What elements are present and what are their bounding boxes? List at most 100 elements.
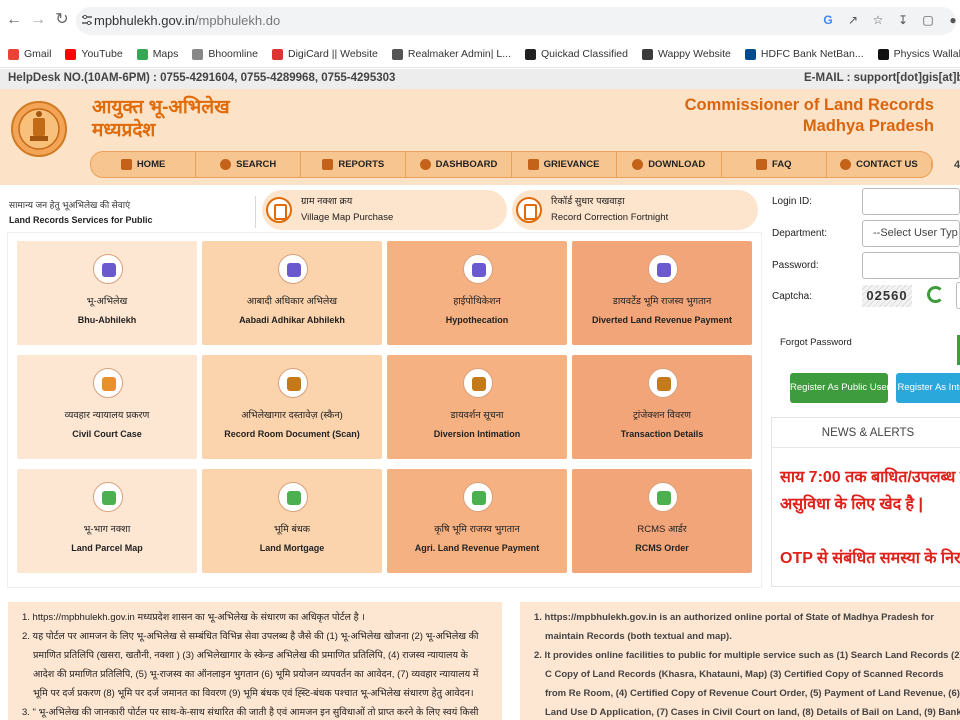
report-icon [322, 159, 334, 170]
service-tile-icon [278, 254, 308, 284]
service-tile[interactable]: हाईपोथिकेशन Hypothecation [387, 241, 567, 345]
bookmark-item[interactable]: Quickad Classified [525, 48, 628, 60]
info-paragraph: 1. https://mpbhulekh.gov.in मध्यप्रदेश श… [22, 612, 365, 623]
main-menu: HOME SEARCH REPORTS DASHBOARD GRIEVANCE DOWNL… [90, 151, 933, 178]
department-select[interactable]: --Select User Typ [862, 220, 960, 247]
bookmark-favicon-icon [877, 48, 889, 60]
bookmark-favicon-icon [136, 48, 148, 60]
bookmark-item[interactable]: Gmail [8, 48, 51, 60]
service-tile-title-english: Land Mortgage [259, 543, 325, 553]
service-tile-icon [463, 254, 493, 284]
bookmark-label: Quickad Classified [541, 48, 628, 60]
service-tile[interactable]: डायवर्टेड भूमि राजस्व भुगतान Diverted Lan… [572, 241, 752, 345]
site-header: आयुक्त भू-अभिलेख मध्यप्रदेश Commissioner… [0, 89, 960, 185]
service-tile-icon [648, 254, 678, 284]
service-tile[interactable]: आबादी अधिकार अभिलेख Aabadi Adhikar Abhile… [202, 241, 382, 345]
contact-icon [840, 159, 852, 170]
menu-item-search[interactable]: SEARCH [196, 152, 302, 177]
site-info-icon[interactable] [81, 14, 93, 26]
bookmark-favicon-icon [192, 48, 204, 60]
service-tile[interactable]: RCMS आर्डर RCMS Order [572, 469, 752, 573]
google-lens-icon[interactable]: G [821, 13, 835, 27]
mp-emblem-icon [11, 101, 67, 157]
url-text[interactable]: mpbhulekh.gov.in/mpbhulekh.do [94, 13, 280, 28]
tab-search-icon[interactable]: ▢ [921, 13, 935, 27]
info-paragraph: 3. " भू-अभिलेख की जानकारी पोर्टल पर साथ-… [22, 707, 479, 718]
bookmark-item[interactable]: HDFC Bank NetBan... [744, 48, 864, 60]
captcha-input[interactable] [956, 282, 960, 309]
refresh-icon [220, 159, 232, 170]
service-tiles-grid: भू-अभिलेख Bhu-Abhilekh आबादी अधिकार अभिलेख… [7, 232, 762, 588]
service-tile[interactable]: ट्रांजेक्शन विवरण Transaction Details [572, 355, 752, 459]
service-tile[interactable]: भू-अभिलेख Bhu-Abhilekh [17, 241, 197, 345]
reload-icon[interactable]: ↻ [50, 8, 74, 32]
service-tile-title-hindi: भू-अभिलेख [86, 296, 128, 307]
bookmark-item[interactable]: Physics Wallah CA... [877, 48, 960, 60]
service-tile[interactable]: भू-भाग नक्शा Land Parcel Map [17, 469, 197, 573]
password-input[interactable] [862, 252, 960, 279]
service-tile-title-hindi: अभिलेखागार दस्तावेज़ (स्कैन) [241, 410, 343, 421]
bookmark-item[interactable]: DigiCard || Website [272, 48, 378, 60]
register-inter-button[interactable]: Register As Inte [896, 373, 960, 403]
header-title-english: Commissioner of Land Records Madhya Prad… [684, 96, 934, 135]
forward-icon[interactable]: → [26, 8, 50, 32]
login-id-label: Login ID: [772, 196, 813, 207]
header-cut-text: 4 [954, 159, 960, 171]
bookmark-item[interactable]: Bhoomline [192, 48, 258, 60]
bookmark-label: Maps [152, 48, 179, 60]
service-tile-title-hindi: ट्रांजेक्शन विवरण [633, 410, 691, 421]
forgot-password-link[interactable]: Forgot Password [780, 337, 852, 348]
header-title-hindi: आयुक्त भू-अभिलेख मध्यप्रदेश [92, 97, 230, 141]
service-tile-title-english: Diversion Intimation [433, 429, 521, 439]
service-tile-title-english: Transaction Details [620, 429, 704, 439]
info-paragraph: 1. https://mpbhulekh.gov.in is an author… [534, 612, 934, 642]
news-heading: NEWS & ALERTS [772, 418, 960, 448]
support-email: E-MAIL : support[dot]gis[at]begi[d [804, 72, 960, 84]
download-icon[interactable]: ↧ [896, 13, 910, 27]
services-divider [255, 196, 256, 228]
bookmark-item[interactable]: Wappy Website [641, 48, 731, 60]
bookmark-favicon-icon [744, 48, 756, 60]
service-tile[interactable]: अभिलेखागार दस्तावेज़ (स्कैन) Record Room … [202, 355, 382, 459]
menu-item-home[interactable]: HOME [91, 152, 197, 177]
bookmark-item[interactable]: Realmaker Admin| L... [391, 48, 511, 60]
menu-item-dashboard[interactable]: DASHBOARD [406, 152, 512, 177]
menu-item-grievance[interactable]: GRIEVANCE [512, 152, 617, 177]
bookmark-favicon-icon [641, 48, 653, 60]
login-id-input[interactable] [862, 188, 960, 215]
menu-item-label: CONTACT US [856, 159, 918, 170]
record-correction-button[interactable]: रिकॉर्ड सुधार पखवाड़ा Record Correction F… [512, 190, 758, 230]
village-map-purchase-button[interactable]: ग्राम नक्शा क्रय Village Map Purchase [262, 190, 507, 230]
service-tile[interactable]: भूमि बंधक Land Mortgage [202, 469, 382, 573]
share-icon[interactable]: ↗ [846, 13, 860, 27]
bookmark-label: Realmaker Admin| L... [407, 48, 511, 60]
service-tile-title-english: RCMS Order [635, 543, 689, 553]
menu-item-label: SEARCH [236, 159, 277, 170]
menu-item-reports[interactable]: REPORTS [301, 152, 407, 177]
bookmark-star-icon[interactable]: ☆ [871, 13, 885, 27]
home-icon [120, 159, 132, 170]
service-tile[interactable]: कृषि भूमि राजस्व भुगतान Agri. Land Revenu… [387, 469, 567, 573]
map-icon [266, 197, 292, 223]
register-public-button[interactable]: Register As Public User [790, 373, 888, 403]
captcha-label: Captcha: [772, 291, 813, 302]
refresh-captcha-icon[interactable] [927, 286, 944, 303]
service-tile-title-hindi: व्यवहार न्यायालय प्रकरण [64, 410, 150, 421]
service-tile[interactable]: व्यवहार न्यायालय प्रकरण Civil Court Case [17, 355, 197, 459]
back-icon[interactable]: ← [2, 8, 26, 32]
profile-icon[interactable]: ● [946, 13, 960, 27]
bookmark-favicon-icon [272, 48, 283, 60]
news-alerts-panel: NEWS & ALERTS साय 7:00 तक बाधित/उपलब्ध न… [771, 417, 960, 587]
menu-item-faq[interactable]: FAQ [722, 152, 827, 177]
service-tile-title-english: Aabadi Adhikar Abhilekh [239, 315, 345, 325]
service-tile-title-english: Hypothecation [445, 315, 509, 325]
menu-item-contact-us[interactable]: CONTACT US [827, 152, 932, 177]
service-tile[interactable]: डायवर्शन सूचना Diversion Intimation [387, 355, 567, 459]
bookmark-favicon-icon [8, 48, 19, 60]
info-panel-hindi: 1. https://mpbhulekh.gov.in मध्यप्रदेश श… [8, 602, 502, 720]
bookmark-item[interactable]: YouTube [65, 48, 123, 60]
bookmark-favicon-icon [391, 48, 403, 60]
faq-icon [756, 159, 768, 170]
bookmark-item[interactable]: Maps [136, 48, 179, 60]
menu-item-download[interactable]: DOWNLOAD [617, 152, 722, 177]
